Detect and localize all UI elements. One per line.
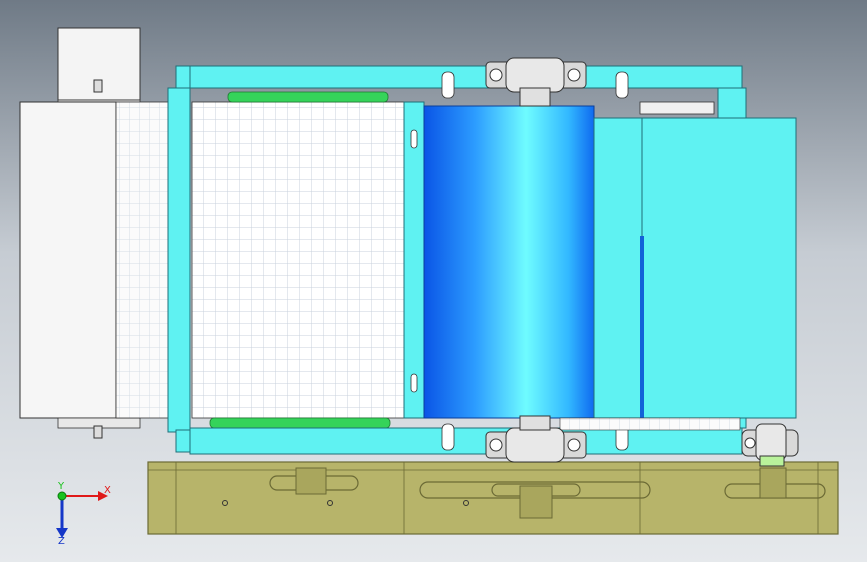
- y-axis-label: Y: [57, 481, 65, 492]
- cad-viewport[interactable]: X Y Z: [0, 0, 867, 562]
- mesh-screen[interactable]: [115, 101, 407, 419]
- x-axis-label: X: [104, 485, 111, 496]
- belt-top: [227, 91, 389, 103]
- z-axis-label: Z: [58, 536, 65, 547]
- base-frame[interactable]: [147, 461, 839, 535]
- drum-roller[interactable]: [423, 105, 595, 419]
- gear-strip: [559, 417, 741, 431]
- motor-housing[interactable]: [593, 117, 797, 419]
- belt-bottom: [209, 417, 391, 429]
